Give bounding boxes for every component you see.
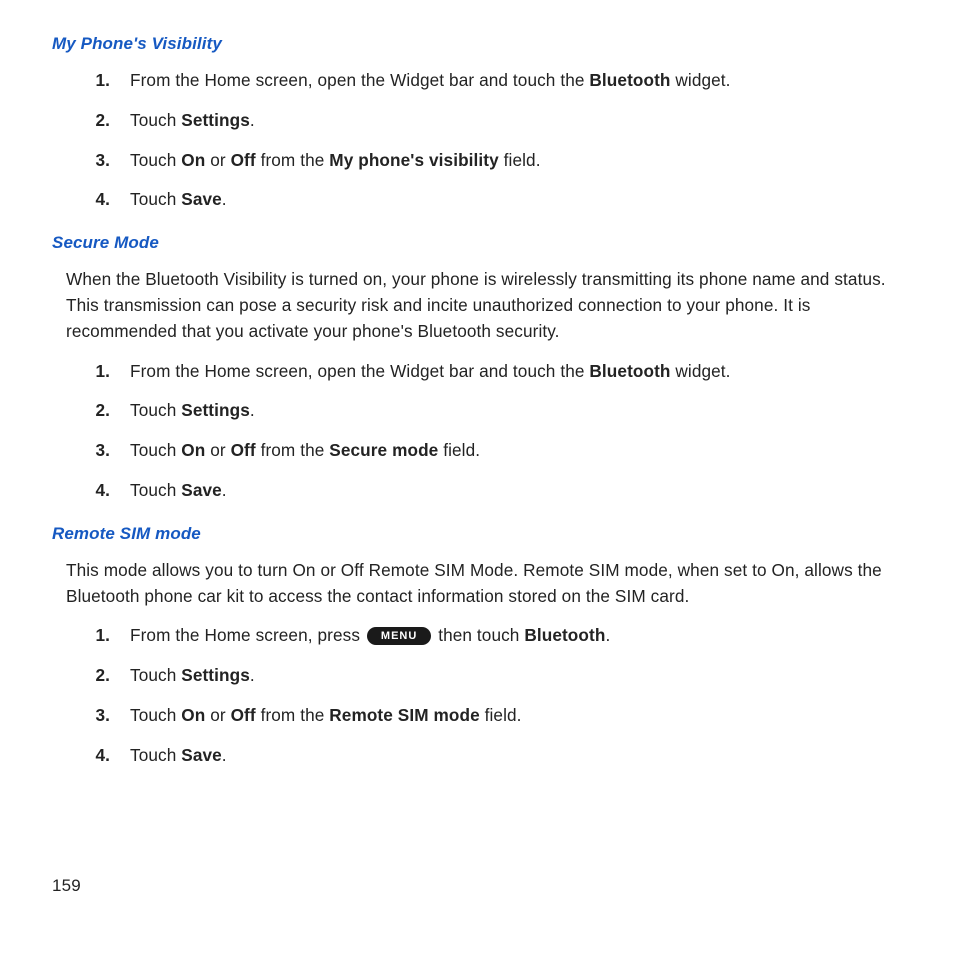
step-item: 4. Touch Save. [52, 743, 906, 769]
step-number: 2. [72, 108, 130, 134]
step-number: 3. [72, 148, 130, 174]
step-number: 1. [72, 623, 130, 649]
step-item: 2. Touch Settings. [52, 663, 906, 689]
step-text: Touch Save. [130, 743, 906, 769]
step-item: 3. Touch On or Off from the Remote SIM m… [52, 703, 906, 729]
step-number: 3. [72, 438, 130, 464]
steps-list-visibility: 1. From the Home screen, open the Widget… [52, 68, 906, 213]
step-item: 1. From the Home screen, open the Widget… [52, 68, 906, 94]
step-item: 2. Touch Settings. [52, 108, 906, 134]
step-text: Touch Save. [130, 478, 906, 504]
page-number: 159 [52, 876, 81, 896]
step-number: 4. [72, 478, 130, 504]
step-text: Touch Settings. [130, 398, 906, 424]
step-number: 4. [72, 187, 130, 213]
steps-list-secure-mode: 1. From the Home screen, open the Widget… [52, 359, 906, 504]
section-heading-visibility: My Phone's Visibility [52, 34, 906, 54]
step-text: From the Home screen, open the Widget ba… [130, 68, 906, 94]
step-item: 4. Touch Save. [52, 187, 906, 213]
step-text: Touch On or Off from the Secure mode fie… [130, 438, 906, 464]
step-text: Touch Settings. [130, 663, 906, 689]
section-paragraph: When the Bluetooth Visibility is turned … [66, 267, 902, 344]
step-item: 4. Touch Save. [52, 478, 906, 504]
step-text: Touch On or Off from the Remote SIM mode… [130, 703, 906, 729]
step-item: 3. Touch On or Off from the Secure mode … [52, 438, 906, 464]
step-text: Touch On or Off from the My phone's visi… [130, 148, 906, 174]
step-item: 1. From the Home screen, press MENU then… [52, 623, 906, 649]
step-text: Touch Settings. [130, 108, 906, 134]
step-number: 1. [72, 68, 130, 94]
step-number: 3. [72, 703, 130, 729]
step-number: 2. [72, 663, 130, 689]
step-number: 2. [72, 398, 130, 424]
manual-page: My Phone's Visibility 1. From the Home s… [0, 0, 954, 769]
step-number: 4. [72, 743, 130, 769]
step-text: Touch Save. [130, 187, 906, 213]
menu-button-icon: MENU [367, 627, 431, 645]
step-item: 3. Touch On or Off from the My phone's v… [52, 148, 906, 174]
section-heading-remote-sim: Remote SIM mode [52, 524, 906, 544]
section-paragraph: This mode allows you to turn On or Off R… [66, 558, 902, 610]
section-heading-secure-mode: Secure Mode [52, 233, 906, 253]
step-text: From the Home screen, open the Widget ba… [130, 359, 906, 385]
step-number: 1. [72, 359, 130, 385]
step-text: From the Home screen, press MENU then to… [130, 623, 906, 649]
steps-list-remote-sim: 1. From the Home screen, press MENU then… [52, 623, 906, 768]
step-item: 2. Touch Settings. [52, 398, 906, 424]
step-item: 1. From the Home screen, open the Widget… [52, 359, 906, 385]
